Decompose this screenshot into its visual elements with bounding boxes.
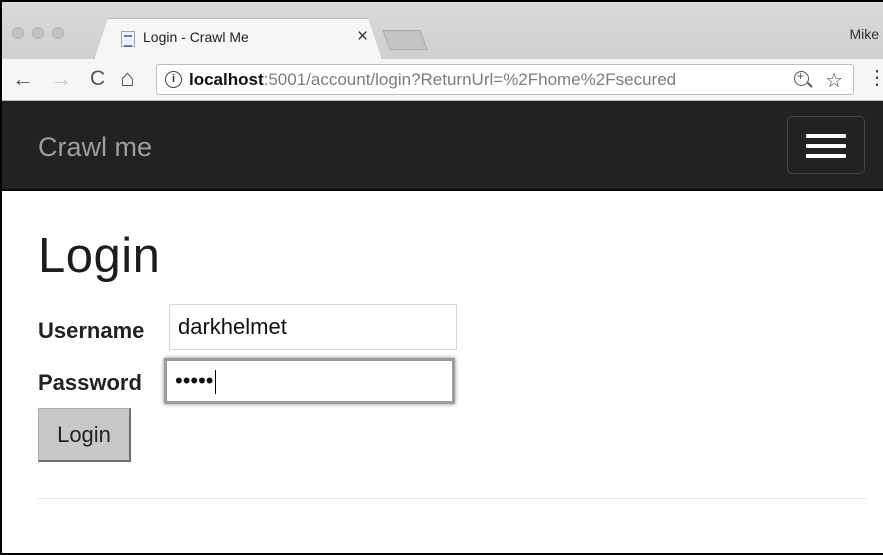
tab-strip: Login - Crawl Me × Mike [2, 2, 883, 60]
browser-window: Login - Crawl Me × Mike ← → C ⌂ i localh… [0, 0, 883, 555]
login-button[interactable]: Login [38, 408, 131, 462]
text-caret [214, 370, 216, 395]
browser-toolbar: ← → C ⌂ i localhost:5001/account/login?R… [2, 59, 883, 101]
profile-name[interactable]: Mike [849, 26, 879, 42]
browser-tab[interactable]: Login - Crawl Me × [94, 18, 382, 60]
page-title: Login [38, 229, 161, 283]
username-label: Username [38, 318, 145, 343]
zoom-icon[interactable] [794, 69, 809, 86]
forward-arrow-icon[interactable]: → [50, 64, 72, 94]
site-info-icon[interactable]: i [165, 71, 182, 88]
tab-close-icon[interactable]: × [357, 26, 368, 48]
zoom-window-button[interactable] [52, 27, 64, 39]
username-input[interactable] [169, 304, 457, 350]
navbar-toggle-button[interactable] [787, 116, 865, 174]
address-bar[interactable]: i localhost:5001/account/login?ReturnUrl… [156, 64, 854, 95]
password-input[interactable]: ••••• [164, 358, 455, 404]
reload-icon[interactable]: C [90, 64, 105, 94]
browser-menu-icon[interactable]: ⋮ [867, 68, 883, 88]
password-masked-value: ••••• [175, 368, 214, 393]
url-path: :5001/account/login?ReturnUrl=%2Fhome%2F… [263, 70, 677, 89]
bookmark-star-icon[interactable]: ☆ [825, 68, 843, 93]
close-window-button[interactable] [12, 27, 24, 39]
hamburger-icon [806, 134, 846, 138]
site-brand[interactable]: Crawl me [38, 132, 152, 163]
password-label: Password [38, 370, 142, 395]
footer-divider [38, 498, 866, 499]
url-host: localhost [189, 70, 264, 89]
new-tab-button[interactable] [382, 30, 428, 50]
back-arrow-icon[interactable]: ← [12, 64, 34, 94]
minimize-window-button[interactable] [32, 27, 44, 39]
site-navbar: Crawl me [2, 101, 883, 191]
page-favicon-icon [121, 31, 135, 47]
home-icon[interactable]: ⌂ [120, 64, 135, 94]
tab-title: Login - Crawl Me [143, 29, 249, 45]
url-text: localhost:5001/account/login?ReturnUrl=%… [189, 70, 676, 90]
hamburger-icon-bar [806, 144, 846, 148]
hamburger-icon-bar [806, 154, 846, 158]
